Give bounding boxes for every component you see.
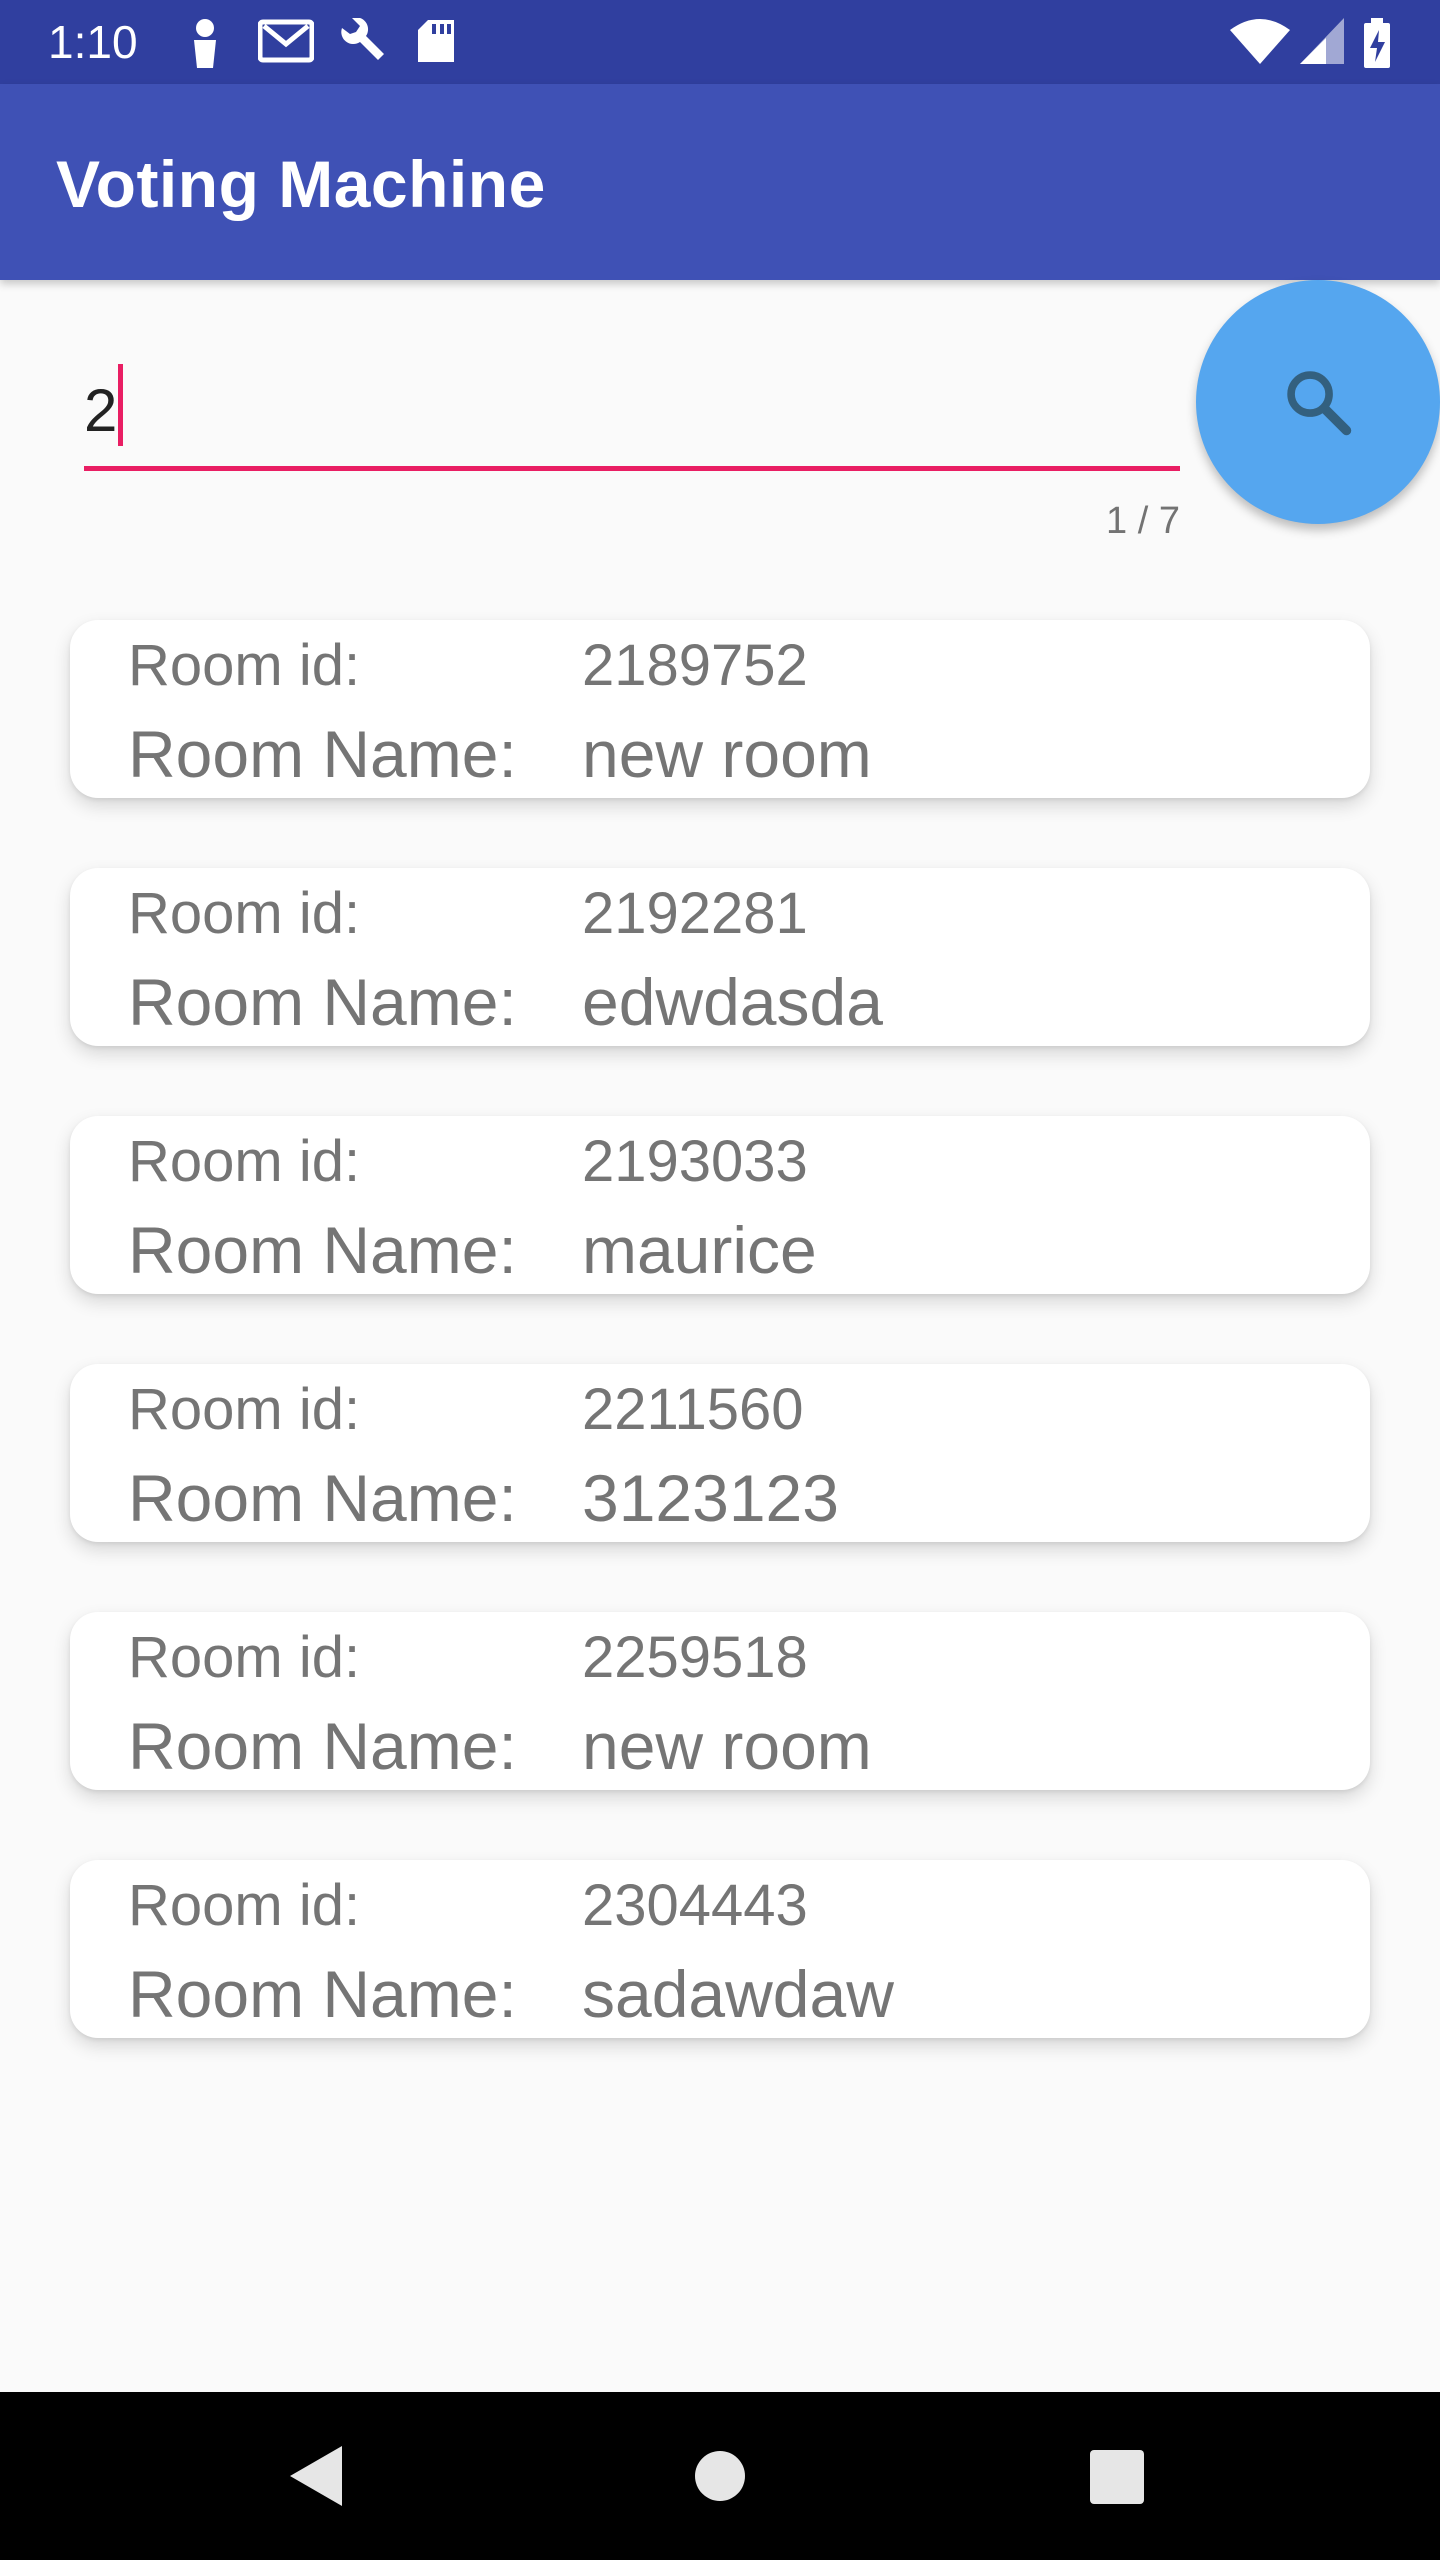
- room-card[interactable]: Room id: 2211560 Room Name: 3123123: [70, 1364, 1370, 1542]
- room-name-label: Room Name:: [128, 717, 517, 791]
- room-name-label: Room Name:: [128, 1957, 517, 2031]
- home-icon[interactable]: [694, 2450, 746, 2507]
- search-input[interactable]: [84, 360, 1180, 460]
- back-icon[interactable]: [288, 2444, 344, 2513]
- navigation-bar: [0, 2392, 1440, 2560]
- room-id-value: 2193033: [582, 1129, 808, 1194]
- room-name-value: new room: [582, 1709, 872, 1783]
- recents-icon[interactable]: [1090, 2450, 1144, 2509]
- room-id-value: 2189752: [582, 633, 808, 698]
- app-bar: Voting Machine: [0, 84, 1440, 280]
- status-bar: 1:10: [0, 0, 1440, 84]
- room-name-value: sadawdaw: [582, 1957, 894, 2031]
- room-id-value: 2259518: [582, 1625, 808, 1690]
- person-icon: [190, 18, 220, 73]
- room-name-value: maurice: [582, 1213, 817, 1287]
- cell-signal-icon: [1300, 18, 1344, 69]
- room-card[interactable]: Room id: 2193033 Room Name: maurice: [70, 1116, 1370, 1294]
- room-name-label: Room Name:: [128, 1461, 517, 1535]
- search-button[interactable]: [1196, 280, 1440, 524]
- room-name-label: Room Name:: [128, 1213, 517, 1287]
- room-id-value: 2211560: [582, 1377, 804, 1442]
- wrench-icon: [336, 17, 386, 73]
- character-counter: 1 / 7: [1106, 500, 1180, 542]
- room-card[interactable]: Room id: 2192281 Room Name: edwdasda: [70, 868, 1370, 1046]
- room-name-value: new room: [582, 717, 872, 791]
- room-name-label: Room Name:: [128, 965, 517, 1039]
- room-id-label: Room id:: [128, 1129, 361, 1194]
- gmail-icon: [257, 18, 315, 69]
- battery-charging-icon: [1362, 18, 1392, 73]
- system-icons: [1230, 18, 1410, 68]
- room-name-value: 3123123: [582, 1461, 839, 1535]
- room-id-label: Room id:: [128, 881, 361, 946]
- room-name-label: Room Name:: [128, 1709, 517, 1783]
- room-id-value: 2192281: [582, 881, 808, 946]
- room-id-value: 2304443: [582, 1873, 808, 1938]
- search-underline: [84, 466, 1180, 471]
- room-id-label: Room id:: [128, 1625, 361, 1690]
- room-card[interactable]: Room id: 2189752 Room Name: new room: [70, 620, 1370, 798]
- wifi-icon: [1230, 18, 1290, 69]
- search-icon: [1287, 371, 1352, 436]
- app-title: Voting Machine: [56, 147, 546, 221]
- sd-card-icon: [416, 18, 456, 69]
- room-id-label: Room id:: [128, 633, 361, 698]
- room-id-label: Room id:: [128, 1377, 361, 1442]
- status-time: 1:10: [48, 16, 138, 68]
- room-card[interactable]: Room id: 2304443 Room Name: sadawdaw: [70, 1860, 1370, 2038]
- room-list: Room id: 2189752 Room Name: new room Roo…: [70, 620, 1370, 2108]
- room-name-value: edwdasda: [582, 965, 883, 1039]
- room-card[interactable]: Room id: 2259518 Room Name: new room: [70, 1612, 1370, 1790]
- text-cursor: [118, 364, 123, 446]
- room-id-label: Room id:: [128, 1873, 361, 1938]
